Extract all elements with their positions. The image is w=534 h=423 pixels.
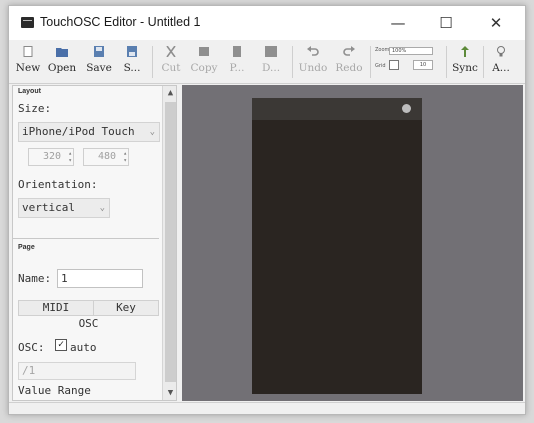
scroll-up-arrow-icon[interactable]: ▲ [163, 86, 176, 100]
save-as-label: S... [123, 62, 141, 74]
paste-icon [233, 46, 241, 57]
osc-auto-checkbox[interactable]: ✓ [55, 339, 67, 351]
height-stepper[interactable]: 480 ▴ ▾ [83, 148, 129, 166]
undo-icon [307, 46, 319, 56]
sync-button[interactable]: Sync [450, 44, 480, 82]
properties-panel: Layout Size: iPhone/iPod Touch ⌄ 320 ▴ ▾ … [12, 85, 177, 401]
osc-address-input[interactable]: /1 [18, 362, 136, 380]
name-label: Name: [18, 272, 52, 285]
tab-osc[interactable]: OSC [18, 316, 159, 332]
save-as-icon [127, 46, 137, 57]
bulb-icon [497, 46, 505, 57]
save-as-button[interactable]: S... [117, 44, 147, 82]
window-title: TouchOSC Editor - Untitled 1 [40, 15, 201, 29]
section-divider [13, 238, 159, 239]
title-bar: TouchOSC Editor - Untitled 1 — ☐ ✕ [9, 6, 525, 40]
device-preview[interactable] [252, 98, 422, 394]
size-value: iPhone/iPod Touch [22, 125, 135, 138]
open-label: Open [47, 62, 77, 74]
scroll-down-arrow-icon[interactable]: ▼ [163, 386, 176, 400]
app-icon [21, 17, 34, 28]
undo-button[interactable]: Undo [297, 44, 329, 82]
width-stepper[interactable]: 320 ▴ ▾ [28, 148, 74, 166]
size-select[interactable]: iPhone/iPod Touch ⌄ [18, 122, 160, 142]
open-folder-icon [56, 48, 68, 57]
toolbar-separator [483, 46, 484, 78]
status-bar [9, 402, 525, 414]
chevron-down-icon: ⌄ [99, 203, 105, 213]
height-value: 480 [97, 151, 116, 162]
new-button[interactable]: New [15, 44, 41, 82]
editor-window: TouchOSC Editor - Untitled 1 — ☐ ✕ New O… [8, 5, 526, 415]
cut-icon [166, 46, 176, 57]
sync-icon [461, 46, 469, 57]
orientation-label: Orientation: [18, 178, 98, 191]
delete-icon [265, 46, 277, 57]
redo-icon [343, 46, 355, 56]
copy-icon [199, 47, 209, 56]
page-indicator-dot[interactable] [402, 104, 411, 113]
grid-size-stepper[interactable]: 10 [413, 60, 433, 70]
zoom-label: Zoom [375, 47, 390, 53]
redo-label: Redo [335, 62, 363, 74]
grid-label: Grid [375, 63, 386, 69]
save-icon [94, 46, 104, 57]
orientation-select[interactable]: vertical ⌄ [18, 198, 110, 218]
osc-label: OSC: [18, 341, 45, 354]
size-label: Size: [18, 102, 52, 115]
chevron-down-icon: ⌄ [149, 127, 155, 137]
toolbar-separator [152, 46, 153, 78]
panel-scrollbar[interactable]: ▲ ▼ [162, 86, 176, 400]
toolbar-separator [446, 46, 447, 78]
undo-label: Undo [298, 62, 328, 74]
new-file-icon [23, 46, 33, 57]
save-label: Save [86, 62, 112, 74]
spin-arrows-icon: ▴ ▾ [68, 150, 72, 164]
spin-arrows-icon: ▴ ▾ [123, 150, 127, 164]
width-value: 320 [42, 151, 61, 162]
cut-button[interactable]: Cut [158, 44, 184, 82]
scroll-thumb[interactable] [165, 102, 176, 382]
tab-midi[interactable]: MIDI [18, 300, 94, 316]
about-button[interactable]: A... [487, 44, 515, 82]
toolbar: New Open Save S... Cut Copy P... D... Un… [9, 40, 525, 84]
page-section-title: Page [18, 244, 35, 251]
open-button[interactable]: Open [46, 44, 78, 82]
grid-checkbox[interactable] [389, 60, 399, 70]
copy-button[interactable]: Copy [189, 44, 219, 82]
new-label: New [15, 62, 41, 74]
cut-label: Cut [161, 62, 181, 74]
delete-label: D... [261, 62, 281, 74]
close-button[interactable]: ✕ [473, 6, 519, 40]
delete-button[interactable]: D... [257, 44, 285, 82]
osc-auto-label: auto [70, 341, 97, 354]
page-name-input[interactable]: 1 [57, 269, 143, 288]
toolbar-separator [292, 46, 293, 78]
about-label: A... [492, 62, 510, 74]
paste-button[interactable]: P... [223, 44, 251, 82]
maximize-button[interactable]: ☐ [423, 6, 469, 40]
tab-key[interactable]: Key [93, 300, 159, 316]
orientation-value: vertical [22, 201, 75, 214]
minimize-button[interactable]: — [375, 6, 421, 40]
layout-canvas[interactable] [182, 85, 523, 401]
redo-button[interactable]: Redo [333, 44, 365, 82]
page-tab-bar [252, 98, 422, 120]
copy-label: Copy [190, 62, 218, 74]
layout-section-title: Layout [18, 88, 41, 95]
paste-label: P... [229, 62, 245, 74]
sync-label: Sync [452, 62, 478, 74]
toolbar-separator [370, 46, 371, 78]
zoom-grid-controls: Zoom 100% Grid 10 [375, 47, 441, 77]
save-button[interactable]: Save [83, 44, 115, 82]
zoom-select[interactable]: 100% [389, 47, 433, 55]
value-range-label: Value Range [18, 384, 91, 397]
